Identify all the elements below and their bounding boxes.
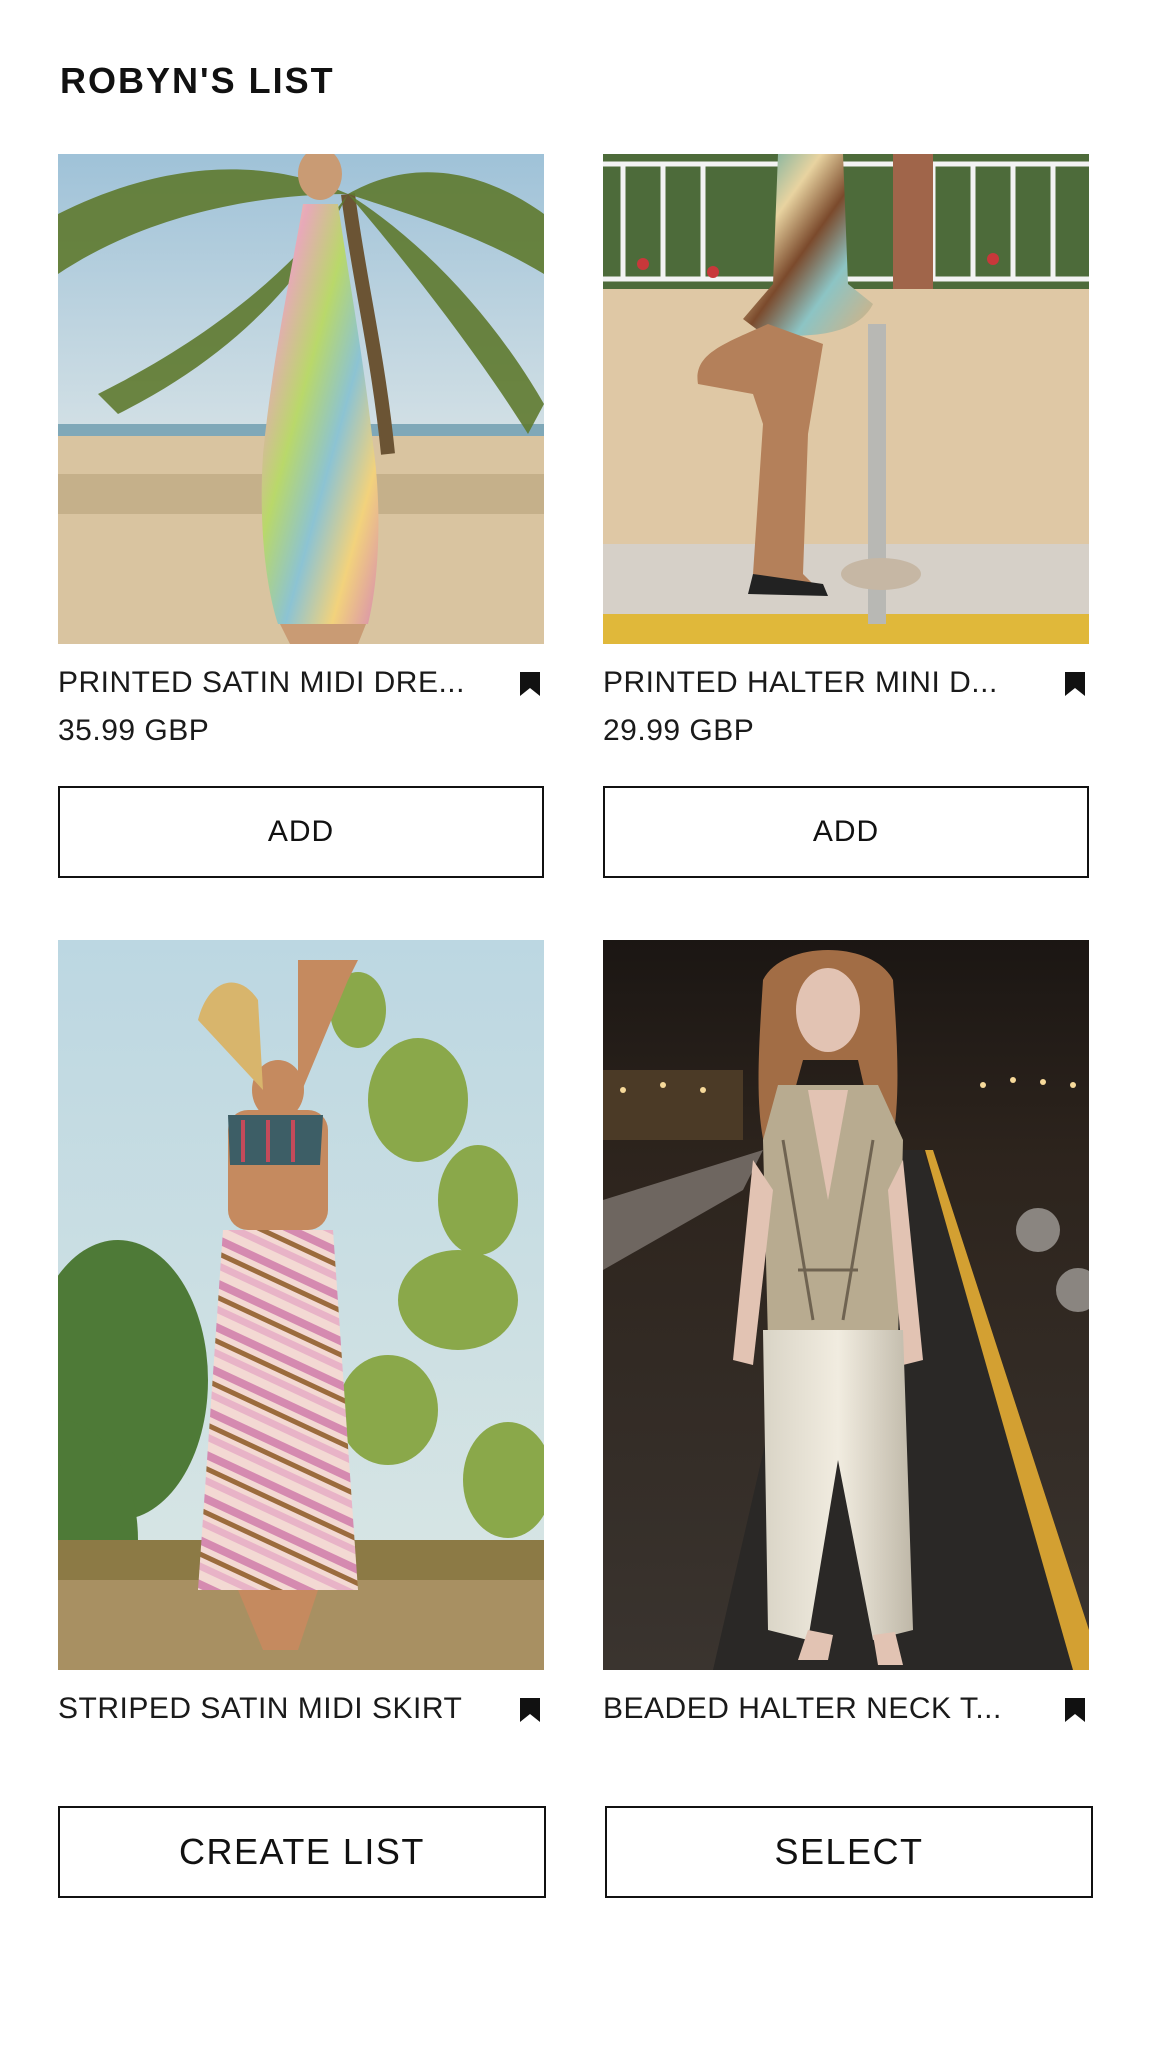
product-photo [58, 154, 544, 644]
product-name[interactable]: STRIPED SATIN MIDI SKIRT [58, 1692, 462, 1726]
product-photo [603, 154, 1089, 644]
bookmark-filled-icon[interactable] [520, 1698, 540, 1722]
product-image[interactable] [603, 154, 1089, 644]
product-photo [58, 940, 544, 1670]
bookmark-filled-icon[interactable] [520, 672, 540, 696]
add-to-bag-button[interactable]: ADD [603, 786, 1089, 878]
product-card: PRINTED SATIN MIDI DRE... 35.99 GBP ADD [58, 154, 544, 884]
list-title: ROBYN'S LIST [60, 60, 335, 101]
product-price: 29.99 GBP [603, 714, 755, 747]
product-card: PRINTED HALTER MINI D... 29.99 GBP ADD [603, 154, 1089, 884]
product-name[interactable]: PRINTED SATIN MIDI DRE... [58, 666, 465, 700]
product-name[interactable]: PRINTED HALTER MINI D... [603, 666, 998, 700]
product-price: 35.99 GBP [58, 714, 210, 747]
create-list-button[interactable]: CREATE LIST [58, 1806, 546, 1898]
bookmark-filled-icon[interactable] [1065, 1698, 1085, 1722]
product-name[interactable]: BEADED HALTER NECK T... [603, 1692, 1002, 1726]
select-button[interactable]: SELECT [605, 1806, 1093, 1898]
product-card: BEADED HALTER NECK T... [603, 940, 1089, 1760]
bookmark-filled-icon[interactable] [1065, 672, 1085, 696]
product-image[interactable] [58, 154, 544, 644]
product-image[interactable] [603, 940, 1089, 1670]
product-image[interactable] [58, 940, 544, 1670]
add-to-bag-button[interactable]: ADD [58, 786, 544, 878]
product-card: STRIPED SATIN MIDI SKIRT [58, 940, 544, 1760]
product-photo [603, 940, 1089, 1670]
